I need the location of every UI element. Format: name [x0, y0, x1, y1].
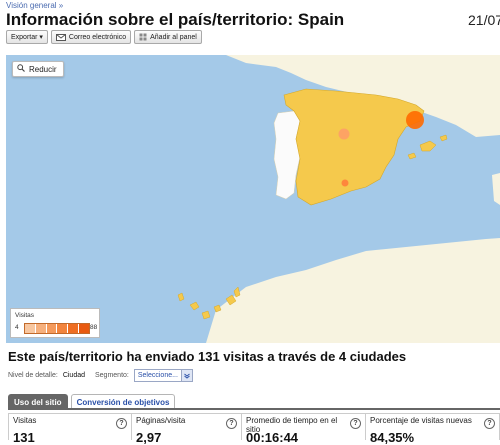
date-range[interactable]: 21/07 [468, 12, 500, 28]
legend-color-scale [24, 323, 90, 334]
dashboard-icon [139, 33, 147, 41]
metric-visits: Visitas ? 131 [8, 413, 132, 445]
detail-controls: Nivel de detalle: Ciudad Segmento: Selec… [8, 369, 193, 382]
metric-value: 131 [13, 430, 35, 445]
city-bubble-malaga [341, 179, 349, 187]
metric-pages-per-visit: Páginas/visita ? 2,97 [132, 413, 242, 445]
help-icon[interactable]: ? [226, 418, 237, 429]
balearic-islands [407, 134, 448, 160]
email-button-label: Correo electrónico [68, 33, 127, 41]
email-button[interactable]: Correo electrónico [50, 30, 132, 44]
help-icon[interactable]: ? [116, 418, 127, 429]
envelope-icon [55, 33, 66, 41]
zoom-out-label: Reducir [29, 64, 57, 74]
add-to-dashboard-label: Añadir al panel [150, 33, 197, 41]
detail-level-value[interactable]: Ciudad [63, 372, 85, 379]
sardinia-land [492, 173, 500, 205]
export-button-label: Exportar ▾ [11, 34, 43, 41]
tab-divider [8, 408, 500, 410]
spain-land [283, 88, 425, 206]
add-to-dashboard-button[interactable]: Añadir al panel [134, 30, 202, 44]
breadcrumb[interactable]: Visión general » [6, 1, 63, 10]
metric-new-visits: Porcentaje de visitas nuevas ? 84,35% [366, 413, 500, 445]
tab-bar: Uso del sitio Conversión de objetivos [8, 394, 176, 409]
legend-max: 88 [90, 324, 98, 331]
city-bubble-madrid [338, 128, 350, 140]
toolbar: Exportar ▾ Correo electrónico Añadir al … [6, 30, 202, 44]
city-bubble-barcelona [406, 111, 424, 129]
segment-label: Segmento: [95, 372, 129, 379]
export-button[interactable]: Exportar ▾ [6, 30, 48, 44]
spain-map[interactable]: Reducir Visitas 4 88 [6, 55, 500, 343]
metric-value: 84,35% [370, 430, 415, 445]
magnifier-icon [17, 64, 25, 74]
tab-goal-conversion[interactable]: Conversión de objetivos [70, 394, 176, 409]
detail-level-label: Nivel de detalle: [8, 372, 58, 379]
map-legend: Visitas 4 88 [10, 308, 100, 338]
metric-label: Visitas [13, 416, 37, 425]
chevron-down-icon [180, 370, 192, 381]
map-canvas [177, 55, 500, 343]
segment-select-value: Seleccione... [137, 372, 178, 379]
help-icon[interactable]: ? [350, 418, 361, 429]
metric-label: Páginas/visita [136, 416, 186, 425]
legend-title: Visitas [15, 312, 35, 319]
metric-value: 00:16:44 [246, 430, 299, 445]
zoom-out-button[interactable]: Reducir [12, 61, 64, 77]
metric-avg-time: Promedio de tiempo en el sitio ? 00:16:4… [242, 413, 366, 445]
tab-site-usage[interactable]: Uso del sitio [8, 394, 68, 409]
summary-heading: Este país/territorio ha enviado 131 visi… [8, 349, 407, 364]
metrics-row: Visitas ? 131 Páginas/visita ? 2,97 Prom… [8, 413, 500, 445]
segment-select[interactable]: Seleccione... [133, 369, 193, 382]
help-icon[interactable]: ? [484, 418, 495, 429]
legend-min: 4 [15, 324, 19, 331]
africa-land [206, 238, 500, 343]
page-title: Información sobre el país/territorio: Sp… [6, 10, 345, 29]
metric-label: Porcentaje de visitas nuevas [370, 416, 472, 425]
portugal-land [273, 110, 301, 200]
metric-value: 2,97 [136, 430, 162, 445]
